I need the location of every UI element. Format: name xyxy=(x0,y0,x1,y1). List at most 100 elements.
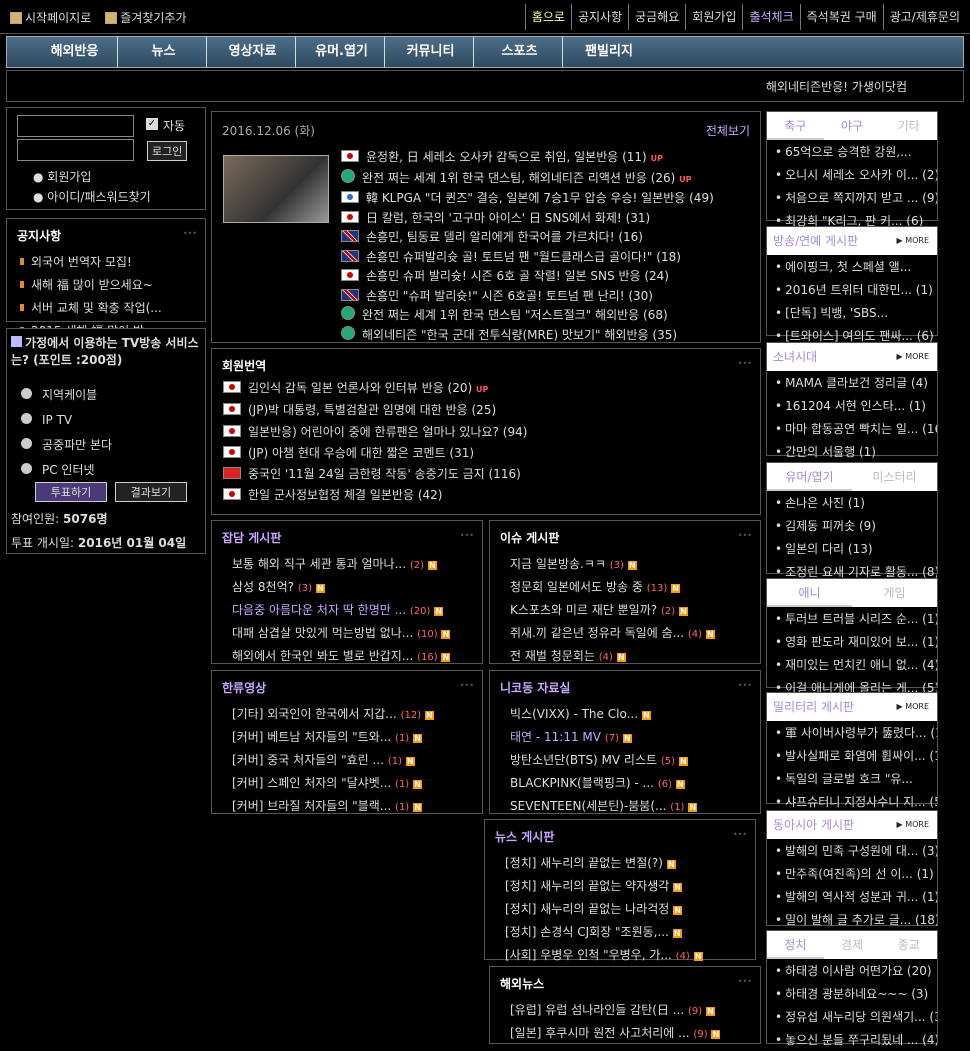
list-item[interactable]: [사회] 우병우 인척 "우병우, 가... (4) N xyxy=(485,943,755,966)
list-item[interactable]: 2016년 트위터 대한민... (1) xyxy=(767,278,937,301)
news-item[interactable]: 日 칼럼, 한국의 '고구마 아이스' 日 SNS에서 화제! (31) xyxy=(341,209,714,229)
list-item[interactable]: MAMA 클라보건 정리글 (4) xyxy=(767,371,937,394)
more-icon[interactable]: ••• xyxy=(183,229,197,238)
list-item[interactable]: [커버] 베트남 처자들의 "트와... (1) N xyxy=(212,725,482,748)
lottery-link[interactable]: 즉석복권 구매 xyxy=(799,4,883,30)
tab-politics[interactable]: 정치 xyxy=(767,931,824,959)
news-item[interactable]: 한일 군사정보협정 체결 일본반응 (42) xyxy=(223,485,527,506)
news-item[interactable]: 손흥민 슈퍼발리슛 골! 토트넘 팬 "월드클래스급 골이다!" (18) xyxy=(341,248,714,268)
more-button[interactable]: ▶ MORE xyxy=(896,227,929,255)
list-item[interactable]: 간만의 서울행 (1) xyxy=(767,440,937,463)
list-item[interactable]: BLACKPINK(블랙핑크) - ... (6) N xyxy=(490,771,760,794)
more-icon[interactable]: ••• xyxy=(738,359,752,368)
nav-item[interactable]: 해외반응 xyxy=(32,37,118,67)
ticker[interactable]: 해외네티즌반응! 가생이닷컴 xyxy=(6,70,964,102)
vote-button[interactable]: 투표하기 xyxy=(35,482,107,502)
username-input[interactable] xyxy=(17,115,134,137)
signup-link[interactable]: ● 회원가입 xyxy=(33,168,91,185)
news-item[interactable]: 완전 쩌는 세계 1위 한국 댄스팀, 해외네티즌 리액션 반응 (26) UP xyxy=(341,168,714,190)
nav-item[interactable]: 유머.엽기 xyxy=(299,37,385,67)
list-item[interactable]: 새해 福 많이 받으세요~ xyxy=(7,273,205,296)
list-item[interactable]: 삼성 8천억? (3) N xyxy=(212,575,482,598)
list-item[interactable]: [커버] 스페인 처자의 "달샤벳... (1) N xyxy=(212,771,482,794)
favorites-link[interactable]: 즐겨찾기추가 xyxy=(105,9,187,26)
nav-item[interactable]: 팬빌리지 xyxy=(566,37,652,67)
list-item[interactable]: 재미있는 먼치킨 애니 없... (4) xyxy=(767,653,937,676)
list-item[interactable]: 161204 서현 인스타... (1) xyxy=(767,394,937,417)
list-item[interactable]: [커버] 중국 처자들의 "효린 ... (1) N xyxy=(212,748,482,771)
list-item[interactable]: 놓으신 분들 쭈구리됬네 ... (4) xyxy=(767,1028,937,1051)
news-item[interactable]: 손흥민 슈퍼 발리슛! 시즌 6호 골 작렬! 일본 SNS 반응 (24) xyxy=(341,267,714,287)
list-item[interactable]: 일본의 다리 (13) xyxy=(767,537,937,560)
list-item[interactable]: [일본] 후쿠시마 원전 사고처리에 ... (9) N xyxy=(490,1021,760,1044)
tab-religion[interactable]: 종교 xyxy=(880,931,937,959)
list-item[interactable]: 태연 - 11:11 MV (7) N xyxy=(490,725,760,748)
box-title[interactable]: 밀리터리 게시판 xyxy=(773,700,854,714)
tab-etc[interactable]: 기타 xyxy=(880,112,937,140)
box-title[interactable]: 소녀시대 xyxy=(773,350,817,364)
more-button[interactable]: ▶ MORE xyxy=(896,811,929,839)
list-item[interactable]: 투러브 트러블 시리즈 순... (1) xyxy=(767,607,937,630)
list-item[interactable]: 밀이 발해 글 추가로 글... (18) xyxy=(767,908,937,931)
nav-item[interactable]: 영상자료 xyxy=(210,37,296,67)
news-item[interactable]: (JP) 아챔 현대 우승에 대한 짧은 코멘트 (31) xyxy=(223,443,527,464)
start-page-link[interactable]: 시작페이지로 xyxy=(10,9,91,26)
login-button[interactable]: 로그인 xyxy=(147,141,188,161)
nav-item[interactable]: 커뮤니티 xyxy=(388,37,474,67)
more-button[interactable]: ▶ MORE xyxy=(896,343,929,371)
radio-icon[interactable] xyxy=(21,463,32,474)
news-item[interactable]: 중국인 '11월 24일 금한령 작동' 송중기도 금지 (116) xyxy=(223,464,527,485)
nav-item[interactable]: 뉴스 xyxy=(121,37,207,67)
view-all-link[interactable]: 전체보기 xyxy=(706,122,750,139)
news-item[interactable]: 일본반응) 어린아이 중에 한류팬은 얼마나 있나요? (94) xyxy=(223,422,527,443)
more-icon[interactable]: ••• xyxy=(738,531,752,540)
list-item[interactable]: 쥐새.끼 같은년 정유라 독일에 숨... (4) N xyxy=(490,621,760,644)
result-button[interactable]: 결과보기 xyxy=(114,482,187,502)
news-item[interactable]: (JP)박 대통령, 특별검찰관 임명에 대한 반응 (25) xyxy=(223,400,527,421)
news-item[interactable]: 韓 KLPGA "더 퀸즈" 결승, 일본에 7승1무 압승 우승! 일본반응 … xyxy=(341,189,714,209)
list-item[interactable]: 발사실패로 화염에 휩싸이... (1) xyxy=(767,744,937,767)
list-item[interactable]: [정치] 새누리의 끝없는 나라걱정 N xyxy=(485,897,755,920)
news-thumbnail[interactable] xyxy=(223,155,329,223)
poll-option[interactable]: 공중파만 본다 xyxy=(21,433,201,458)
list-item[interactable]: 軍 사이버사령부가 뚫렸다... (12) xyxy=(767,721,937,744)
radio-icon[interactable] xyxy=(21,388,32,399)
list-item[interactable]: K스포츠와 미르 재단 뿐일까? (2) N xyxy=(490,598,760,621)
auto-login-checkbox[interactable]: ✓ xyxy=(146,118,158,130)
list-item[interactable]: SEVENTEEN(세븐틴)-붐붐(... (1) N xyxy=(490,794,760,817)
find-account-link[interactable]: ● 아이디/패스워드찾기 xyxy=(33,188,151,205)
list-item[interactable]: 하태경 이사람 어떤가요 (20) xyxy=(767,959,937,982)
attendance-link[interactable]: 출석체크 xyxy=(742,4,799,30)
list-item[interactable]: [정치] 손경식 CJ회장 "조원동,... N xyxy=(485,920,755,943)
board-title[interactable]: 이슈 게시판 xyxy=(490,521,760,552)
list-item[interactable]: 영화 판도라 재미있어 보... (1) xyxy=(767,630,937,653)
list-item[interactable]: [단독] 빅뱅, 'SBS... xyxy=(767,301,937,324)
faq-link[interactable]: 궁금해요 xyxy=(628,4,685,30)
more-icon[interactable]: ••• xyxy=(460,681,474,690)
more-icon[interactable]: ••• xyxy=(733,830,747,839)
list-item[interactable]: 방탄소년단(BTS) MV 리스트 (5) N xyxy=(490,748,760,771)
list-item[interactable]: 서버 교체 및 확충 작업(... xyxy=(7,296,205,319)
tab-anime[interactable]: 애니 xyxy=(767,579,852,607)
home-link[interactable]: 홈으로 xyxy=(524,4,571,30)
list-item[interactable]: 오니시 세레소 오사카 이... (2) xyxy=(767,163,937,186)
list-item[interactable]: 정유섭 새누리당 의원색기... (3) xyxy=(767,1005,937,1028)
list-item[interactable]: 청문회 일본에서도 방송 중 (13) N xyxy=(490,575,760,598)
news-item[interactable]: 해외네티즌 "한국 군대 전투식량(MRE) 맛보기" 해외반응 (35) xyxy=(341,325,714,346)
tab-mystery[interactable]: 미스터리 xyxy=(852,463,937,491)
list-item[interactable]: 외국어 번역자 모집! xyxy=(7,250,205,273)
list-item[interactable]: 손나은 사진 (1) xyxy=(767,491,937,514)
news-item[interactable]: 손흥민 "슈퍼 발리슛!" 시즌 6호골! 토트넘 팬 난리! (30) xyxy=(341,287,714,307)
signup-link[interactable]: 회원가입 xyxy=(685,4,742,30)
more-icon[interactable]: ••• xyxy=(738,977,752,986)
ad-link[interactable]: 광고/제휴문의 xyxy=(882,4,966,30)
list-item[interactable]: 독일의 글로벌 호크 "유... xyxy=(767,767,937,790)
list-item[interactable]: 하태경 광분하네요~~~ (3) xyxy=(767,982,937,1005)
board-title[interactable]: 니코동 자료실 xyxy=(490,671,760,702)
more-icon[interactable]: ••• xyxy=(738,681,752,690)
list-item[interactable]: [정치] 새누리의 끝없는 변절(?) N xyxy=(485,851,755,874)
list-item[interactable]: 에이핑크, 첫 스페셜 앨... xyxy=(767,255,937,278)
list-item[interactable]: 처음으로 쪽지까지 받고 ... (9) xyxy=(767,186,937,209)
list-item[interactable]: 지금 일본방송.ㅋㅋ (3) N xyxy=(490,552,760,575)
password-input[interactable] xyxy=(17,139,134,161)
